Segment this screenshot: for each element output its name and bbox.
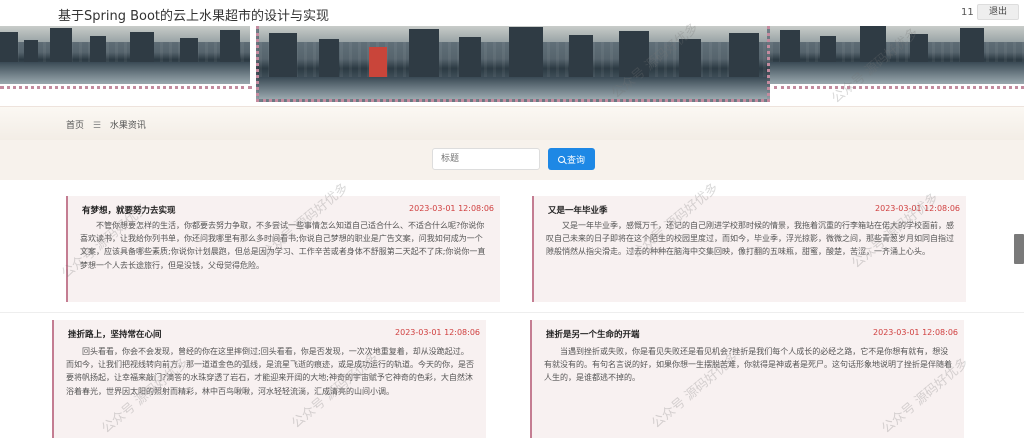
top-bar: 基于Spring Boot的云上水果超市的设计与实现 11 退出 — [0, 0, 1024, 26]
logout-button[interactable]: 退出 — [977, 4, 1019, 20]
article-time: 2023-03-01 12:08:06 — [409, 204, 494, 213]
search-button-label: 查询 — [566, 155, 585, 166]
search-button[interactable]: 查询 — [548, 148, 595, 170]
scrollbar-thumb[interactable] — [1014, 234, 1024, 264]
article-content: 当遇到挫折或失败，你是看见失败还是看见机会?挫折是我们每个人成长的必经之路，它不… — [544, 347, 952, 383]
section-divider — [0, 312, 1024, 313]
article-time: 2023-03-01 12:08:06 — [873, 328, 958, 337]
banner-slide-current[interactable] — [256, 26, 770, 102]
search-icon — [557, 155, 565, 163]
article-card[interactable]: 挫折路上，坚持常在心间 2023-03-01 12:08:06 回头看看，你会不… — [52, 320, 486, 438]
banner-frame-border — [774, 86, 1024, 92]
banner-slide-next[interactable] — [770, 26, 1024, 84]
banner-frame-border — [0, 86, 252, 92]
article-content: 不管你想要怎样的生活，你都要去努力争取，不多尝试一些事情怎么知道自己适合什么、不… — [80, 221, 486, 270]
breadcrumb-current: 水果资讯 — [109, 121, 146, 131]
article-title[interactable]: 挫折是另一个生命的开端 — [546, 328, 640, 340]
article-card[interactable]: 又是一年毕业季 2023-03-01 12:08:06 又是一年毕业季，感慨万千… — [532, 196, 966, 302]
article-content: 又是一年毕业季，感慨万千，还记的自己刚进学校那时候的情景，我拖着沉重的行李箱站在… — [546, 221, 954, 257]
article-title[interactable]: 又是一年毕业季 — [548, 204, 608, 216]
site-title: 基于Spring Boot的云上水果超市的设计与实现 — [58, 9, 330, 24]
menu-separator-icon: ☰ — [92, 121, 101, 131]
user-id[interactable]: 11 — [961, 7, 974, 18]
breadcrumb-home[interactable]: 首页 — [66, 121, 84, 131]
article-title[interactable]: 有梦想，就要努力去实现 — [82, 204, 176, 216]
breadcrumb: 首页 ☰ 水果资讯 — [66, 118, 152, 131]
article-time: 2023-03-01 12:08:06 — [395, 328, 480, 337]
article-card[interactable]: 有梦想，就要努力去实现 2023-03-01 12:08:06 不管你想要怎样的… — [66, 196, 500, 302]
article-title[interactable]: 挫折路上，坚持常在心间 — [68, 328, 162, 340]
banner-carousel[interactable] — [0, 26, 1024, 106]
article-card[interactable]: 挫折是另一个生命的开端 2023-03-01 12:08:06 当遇到挫折或失败… — [530, 320, 964, 438]
article-time: 2023-03-01 12:08:06 — [875, 204, 960, 213]
search-input[interactable] — [432, 148, 540, 170]
banner-slide-prev[interactable] — [0, 26, 250, 84]
article-content: 回头看看，你会不会发现，曾经的你在这里摔倒过;回头看看，你是否发现，一次次地重复… — [66, 347, 474, 396]
breadcrumb-bar: 首页 ☰ 水果资讯 — [0, 106, 1024, 140]
search-bar: 查询 — [0, 140, 1024, 180]
